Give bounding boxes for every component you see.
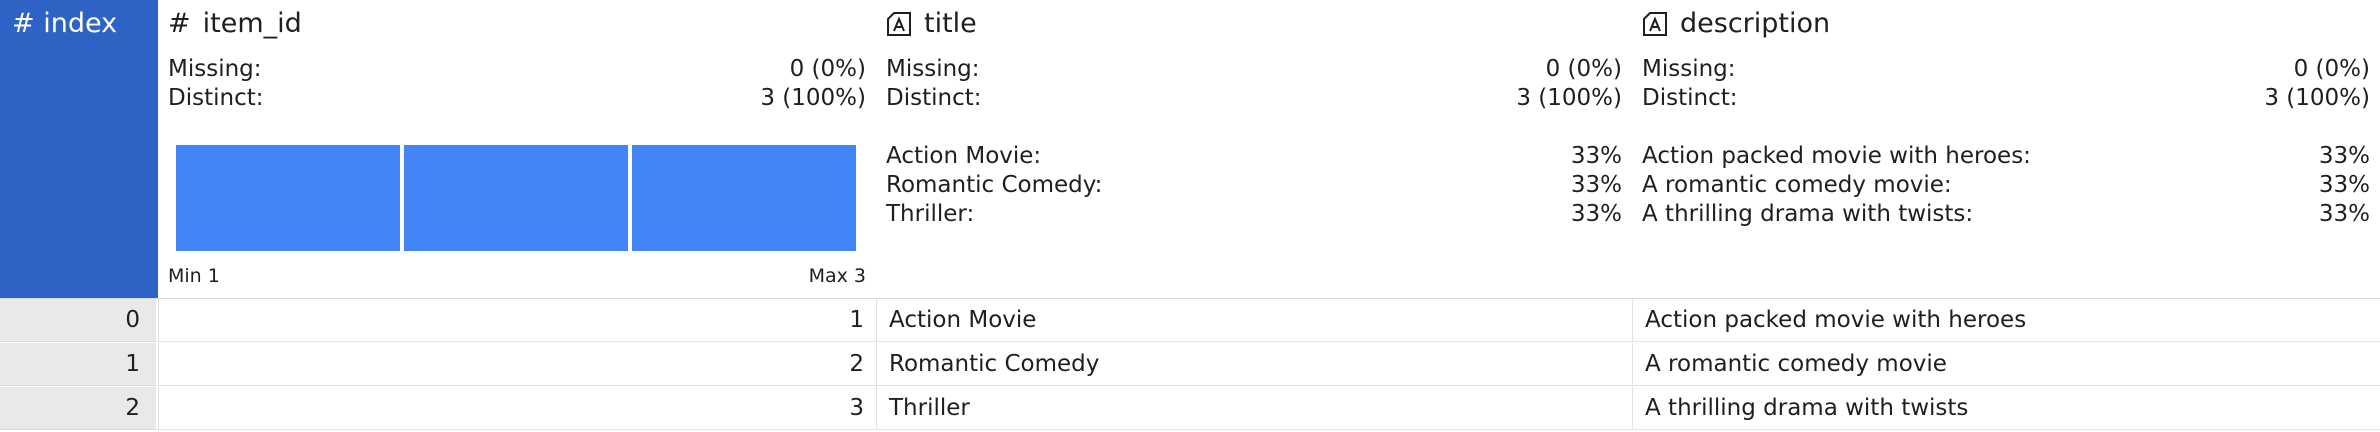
- table-row[interactable]: 1 2 Romantic Comedy A romantic comedy mo…: [0, 343, 2380, 387]
- column-label: item_id: [202, 8, 302, 39]
- cell-title[interactable]: Action Movie: [876, 299, 1632, 342]
- index-header-title: # index: [12, 8, 117, 39]
- missing-stat: Missing: 0 (0%): [886, 56, 1622, 82]
- cell-title[interactable]: Romantic Comedy: [876, 343, 1632, 386]
- column-header-title[interactable]: title Missing: 0 (0%) Distinct: 3 (100%) A…: [876, 0, 1632, 298]
- data-grid: # index # item_id Missing: 0 (0%) Distinc…: [0, 0, 2380, 432]
- histogram-range: Min 1 Max 3: [168, 265, 866, 287]
- histogram-bar[interactable]: [404, 145, 628, 251]
- min-label: Min 1: [168, 265, 220, 287]
- distinct-stat: Distinct: 3 (100%): [886, 85, 1622, 111]
- text-type-icon: [887, 11, 911, 36]
- cell-title[interactable]: Thriller: [876, 387, 1632, 430]
- hash-icon: #: [12, 8, 35, 39]
- histogram-bar[interactable]: [176, 145, 400, 251]
- row-index: 1: [0, 343, 156, 386]
- frequency-item: Romantic Comedy: 33%: [886, 172, 1622, 198]
- table-row[interactable]: 0 1 Action Movie Action packed movie wit…: [0, 299, 2380, 343]
- row-index: 2: [0, 387, 156, 430]
- cell-item-id[interactable]: 3: [158, 387, 876, 430]
- histogram-bar[interactable]: [632, 145, 856, 251]
- frequency-item: A romantic comedy movie: 33%: [1642, 172, 2370, 198]
- cell-description[interactable]: A romantic comedy movie: [1632, 343, 2380, 386]
- distinct-stat: Distinct: 3 (100%): [168, 85, 866, 111]
- index-column-header[interactable]: # index: [0, 0, 158, 298]
- distinct-stat: Distinct: 3 (100%): [1642, 85, 2370, 111]
- text-type-icon: [1643, 11, 1667, 36]
- column-header-description[interactable]: description Missing: 0 (0%) Distinct: 3 (1…: [1632, 0, 2380, 298]
- row-index: 0: [0, 299, 156, 342]
- hash-icon: #: [168, 8, 191, 39]
- frequency-item: A thrilling drama with twists: 33%: [1642, 201, 2370, 227]
- missing-stat: Missing: 0 (0%): [168, 56, 866, 82]
- frequency-item: Action Movie: 33%: [886, 143, 1622, 169]
- cell-item-id[interactable]: 2: [158, 343, 876, 386]
- cell-description[interactable]: Action packed movie with heroes: [1632, 299, 2380, 342]
- table-row[interactable]: 2 3 Thriller A thrilling drama with twis…: [0, 387, 2380, 431]
- column-label: title: [924, 8, 977, 39]
- frequency-item: Action packed movie with heroes: 33%: [1642, 143, 2370, 169]
- missing-stat: Missing: 0 (0%): [1642, 56, 2370, 82]
- column-title: title: [886, 8, 977, 39]
- max-label: Max 3: [808, 265, 866, 287]
- histogram[interactable]: [176, 145, 856, 251]
- column-title: description: [1642, 8, 1830, 39]
- column-header-item-id[interactable]: # item_id Missing: 0 (0%) Distinct: 3 (100…: [158, 0, 876, 298]
- index-header-label: index: [43, 8, 118, 39]
- cell-item-id[interactable]: 1: [158, 299, 876, 342]
- column-title: # item_id: [168, 8, 302, 39]
- cell-description[interactable]: A thrilling drama with twists: [1632, 387, 2380, 430]
- frequency-item: Thriller: 33%: [886, 201, 1622, 227]
- column-label: description: [1680, 8, 1831, 39]
